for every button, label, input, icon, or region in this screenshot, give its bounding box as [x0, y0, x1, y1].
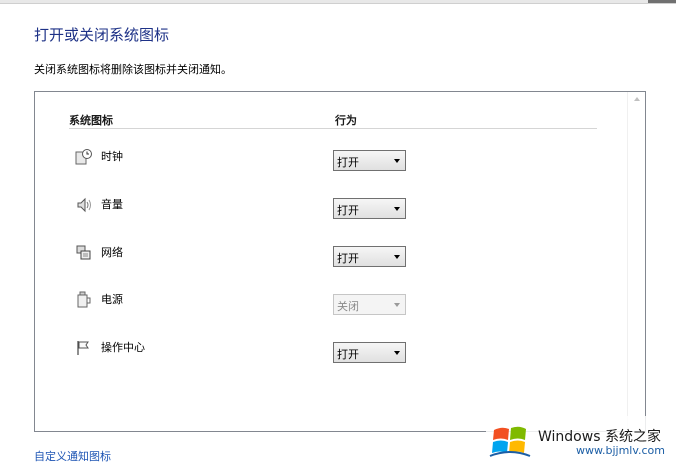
row-label-action-center: 操作中心 — [101, 341, 145, 354]
dropdown-value: 打开 — [337, 156, 359, 169]
clock-icon — [75, 148, 93, 166]
page-description: 关闭系统图标将删除该图标并关闭通知。 — [34, 63, 232, 76]
chevron-down-icon — [394, 255, 400, 259]
dropdown-value: 打开 — [337, 204, 359, 217]
dropdown-value: 关闭 — [337, 300, 359, 313]
vertical-scrollbar[interactable] — [627, 92, 645, 431]
windows-logo-icon — [488, 418, 532, 462]
header-divider — [69, 128, 597, 129]
chevron-down-icon — [394, 207, 400, 211]
customize-notification-icons-link[interactable]: 自定义通知图标 — [34, 448, 111, 464]
chevron-down-icon — [394, 351, 400, 355]
watermark-brand: Windows 系统之家 — [538, 429, 661, 445]
action-center-behavior-dropdown[interactable]: 打开 — [333, 342, 406, 363]
chevron-down-icon — [394, 159, 400, 163]
window-top-edge — [0, 0, 676, 4]
window-top-corner — [648, 0, 676, 3]
dropdown-value: 打开 — [337, 348, 359, 361]
clock-behavior-dropdown[interactable]: 打开 — [333, 150, 406, 171]
flag-icon — [75, 339, 93, 357]
row-label-power: 电源 — [101, 293, 123, 306]
system-icons-panel: 系统图标 行为 时钟 打开 音量 打开 网络 打开 电源 关闭 操作中心 打开 — [34, 91, 646, 432]
dropdown-value: 打开 — [337, 252, 359, 265]
speaker-icon — [75, 196, 93, 214]
network-behavior-dropdown[interactable]: 打开 — [333, 246, 406, 267]
scroll-up-arrow-icon[interactable] — [634, 97, 640, 101]
site-watermark: Windows 系统之家 www.bjjmlv.com — [486, 416, 676, 466]
column-header-behavior: 行为 — [335, 114, 357, 127]
row-label-clock: 时钟 — [101, 150, 123, 163]
volume-behavior-dropdown[interactable]: 打开 — [333, 198, 406, 219]
watermark-url: www.bjjmlv.com — [576, 444, 665, 457]
row-label-volume: 音量 — [101, 198, 123, 211]
network-icon — [75, 244, 93, 262]
power-behavior-dropdown: 关闭 — [333, 294, 406, 315]
row-label-network: 网络 — [101, 246, 123, 259]
column-header-system-icon: 系统图标 — [69, 114, 113, 127]
page-title: 打开或关闭系统图标 — [34, 26, 170, 44]
power-icon — [75, 291, 93, 309]
chevron-down-icon — [394, 303, 400, 307]
